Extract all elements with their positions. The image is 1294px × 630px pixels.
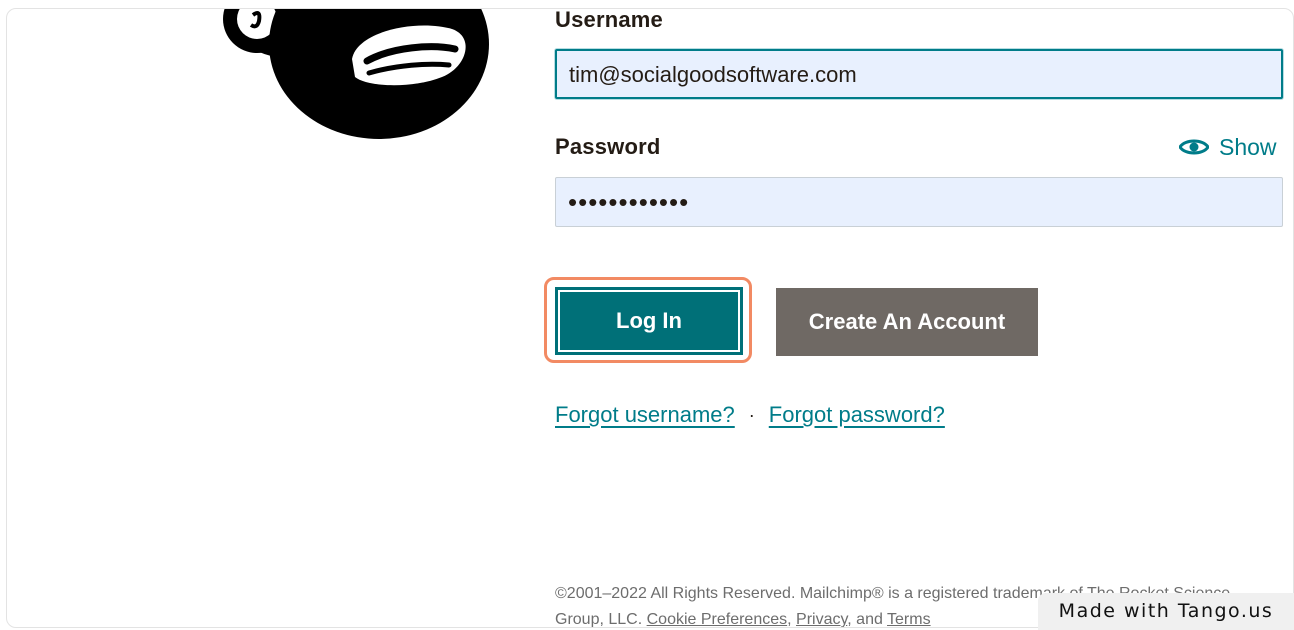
password-field[interactable]: ••••••••••••: [555, 177, 1283, 227]
privacy-link[interactable]: Privacy: [796, 611, 847, 627]
forgot-password-link[interactable]: Forgot password?: [769, 402, 945, 428]
forgot-username-link[interactable]: Forgot username?: [555, 402, 735, 428]
mailchimp-logo: [223, 9, 489, 139]
recovery-links: Forgot username? · Forgot password?: [555, 402, 945, 428]
username-label: Username: [555, 8, 663, 32]
eye-icon: [1179, 139, 1209, 155]
login-page: Username tim@socialgoodsoftware.com Pass…: [6, 8, 1294, 628]
footer-and: and: [856, 611, 883, 628]
create-account-button[interactable]: Create An Account: [776, 288, 1038, 356]
show-password-toggle[interactable]: Show: [1179, 132, 1277, 162]
link-separator: ·: [748, 404, 755, 425]
tango-watermark: Made with Tango.us: [1038, 593, 1294, 630]
password-label: Password: [555, 134, 661, 159]
username-field[interactable]: tim@socialgoodsoftware.com: [555, 49, 1283, 99]
show-label: Show: [1219, 133, 1277, 160]
login-button[interactable]: Log In: [555, 287, 743, 355]
terms-link[interactable]: Terms: [887, 611, 931, 627]
cookie-preferences-link[interactable]: Cookie Preferences: [647, 611, 788, 627]
